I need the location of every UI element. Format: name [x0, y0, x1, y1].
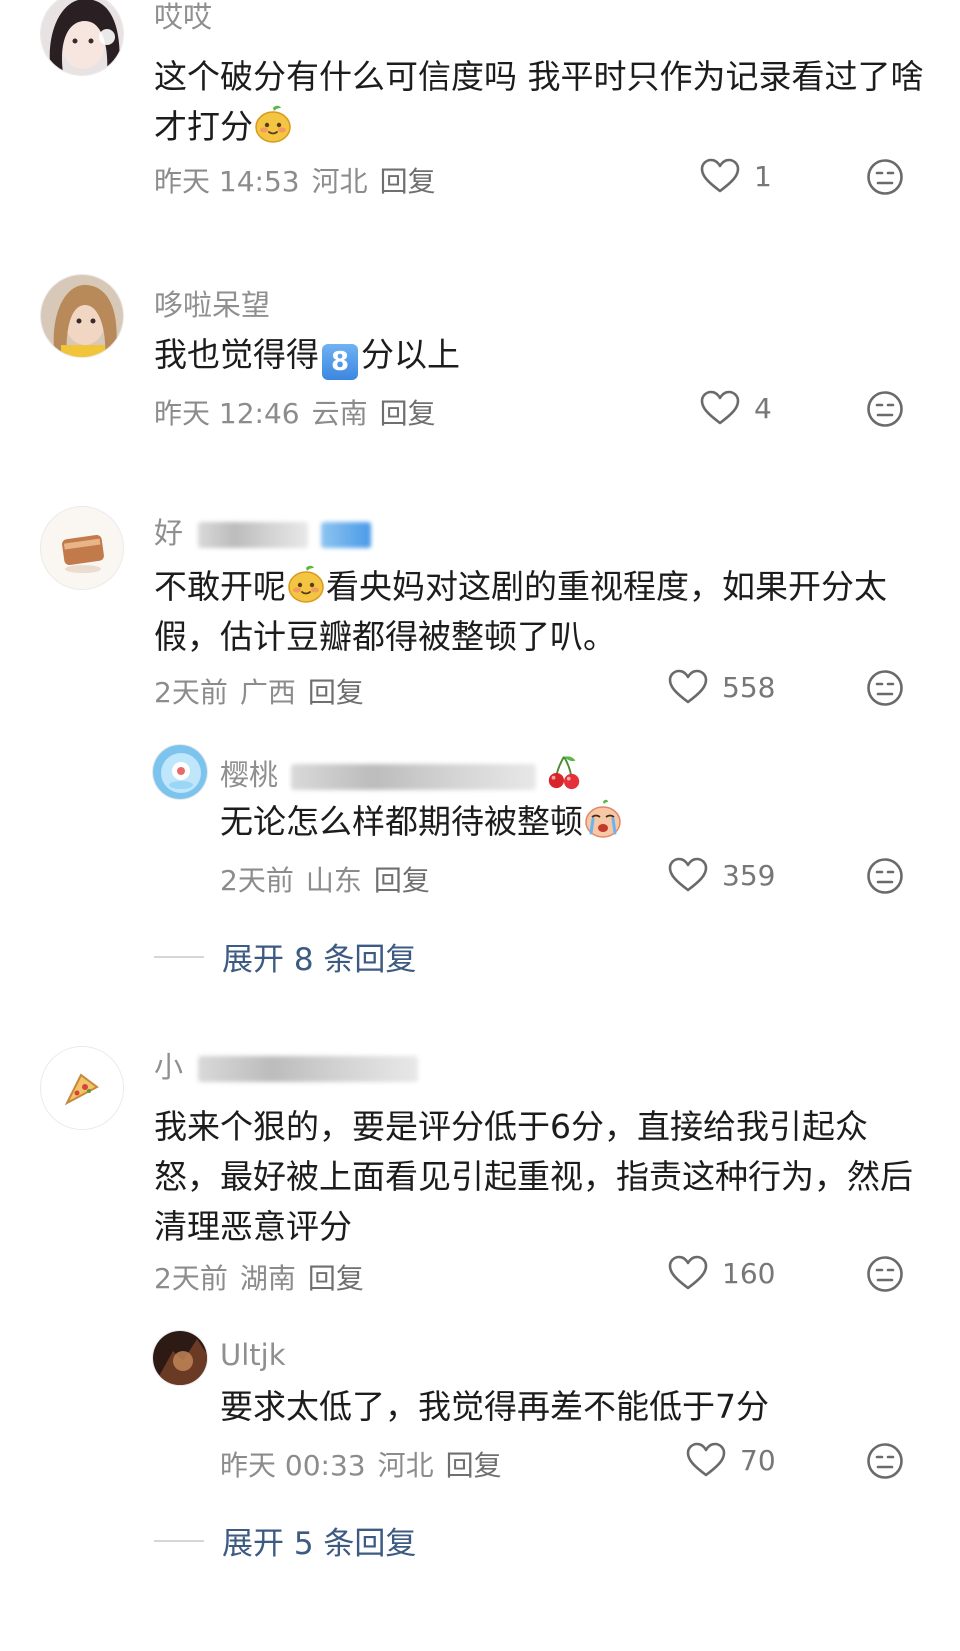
expand-replies-button[interactable]: 展开 8 条回复: [154, 934, 416, 979]
like-button[interactable]: 558: [668, 669, 775, 705]
like-count: 4: [754, 391, 772, 425]
like-count: 558: [722, 670, 776, 704]
location: 河北: [311, 165, 368, 198]
username-text: 好: [154, 516, 184, 550]
reply-button[interactable]: 回复: [380, 165, 436, 198]
heart-outline-icon: [668, 857, 708, 893]
avatar[interactable]: [40, 1046, 124, 1130]
smiling-mango-emoji: [253, 104, 293, 144]
username[interactable]: 小: [154, 1044, 419, 1086]
like-button[interactable]: 4: [700, 390, 772, 426]
username[interactable]: 哆啦呆望: [154, 282, 270, 324]
comment-text: 我来个狠的，要是评分低于6分，直接给我引起众怒，最好被上面看见引起重视，指责这种…: [154, 1102, 924, 1252]
comment-meta: 2天前 山东 回复: [220, 859, 442, 899]
avatar[interactable]: [152, 1330, 208, 1386]
neutral-face-icon[interactable]: [866, 1255, 904, 1293]
location: 山东: [305, 864, 362, 897]
heart-outline-icon: [700, 390, 740, 426]
timestamp: 昨天 14:53: [154, 165, 300, 198]
comment-text-content: 我来个狠的，要是评分低于6分，直接给我引起众怒，最好被上面看见引起重视，指责这种…: [154, 1107, 913, 1246]
like-button[interactable]: 70: [686, 1442, 776, 1478]
comment-text: 要求太低了，我觉得再差不能低于7分: [220, 1382, 920, 1432]
timestamp: 2天前: [220, 864, 294, 897]
avatar[interactable]: [40, 506, 124, 590]
like-count: 160: [722, 1256, 776, 1290]
timestamp: 2天前: [154, 1262, 228, 1295]
timestamp: 昨天 12:46: [154, 397, 300, 430]
location: 河北: [377, 1449, 434, 1482]
neutral-face-icon[interactable]: [866, 857, 904, 895]
redaction-blur: [291, 764, 537, 790]
like-button[interactable]: 1: [700, 158, 772, 194]
comment-text: 无论怎么样都期待被整顿: [220, 797, 920, 847]
redaction-blur: [198, 1056, 419, 1082]
reply-button[interactable]: 回复: [308, 676, 364, 709]
neutral-face-icon[interactable]: [866, 158, 904, 196]
heart-outline-icon: [700, 158, 740, 194]
expand-replies-button[interactable]: 展开 5 条回复: [154, 1518, 416, 1563]
neutral-face-icon[interactable]: [866, 669, 904, 707]
location: 广西: [239, 676, 296, 709]
number-badge: 8: [322, 344, 358, 380]
like-count: 1: [754, 159, 772, 193]
comment-text: 不敢开呢 看央妈对这剧的重视程度，如果开分太假，估计豆瓣都得被整顿了叭。: [154, 562, 924, 662]
location: 湖南: [239, 1262, 296, 1295]
timestamp: 2天前: [154, 676, 228, 709]
divider: [154, 1539, 204, 1542]
cherries-emoji: [545, 753, 583, 791]
like-count: 70: [740, 1443, 776, 1477]
heart-outline-icon: [668, 669, 708, 705]
reply-button[interactable]: 回复: [380, 397, 436, 430]
like-count: 359: [722, 858, 776, 892]
comment-text-part: 分以上: [361, 335, 460, 374]
heart-outline-icon: [668, 1255, 708, 1291]
reply-button[interactable]: 回复: [446, 1449, 502, 1482]
username-text: 樱桃: [220, 758, 279, 792]
comment-meta: 2天前 湖南 回复: [154, 1257, 376, 1297]
smiling-mango-emoji: [286, 564, 326, 604]
username[interactable]: Ultjk: [220, 1338, 286, 1372]
comment-meta: 昨天 14:53 河北 回复: [154, 160, 448, 200]
comment-text-part: 我也觉得得: [154, 335, 319, 374]
avatar[interactable]: [152, 744, 208, 800]
comment-text-content: 要求太低了，我觉得再差不能低于7分: [220, 1387, 769, 1426]
divider: [154, 955, 204, 958]
redaction-blur: [321, 522, 372, 548]
crying-face-emoji: [583, 799, 623, 839]
reply-button[interactable]: 回复: [308, 1262, 364, 1295]
comment-meta: 昨天 00:33 河北 回复: [220, 1444, 514, 1484]
comment-text-part: 不敢开呢: [154, 567, 286, 606]
comment-text-content: 无论怎么样都期待被整顿: [220, 802, 583, 841]
comment-text: 我也觉得得 8 分以上: [154, 330, 924, 380]
comment-meta: 2天前 广西 回复: [154, 671, 376, 711]
reply-button[interactable]: 回复: [374, 864, 430, 897]
username[interactable]: 樱桃: [220, 752, 583, 794]
timestamp: 昨天 00:33: [220, 1449, 366, 1482]
username[interactable]: 哎哎: [154, 0, 212, 36]
avatar[interactable]: [40, 274, 124, 358]
heart-outline-icon: [686, 1442, 726, 1478]
avatar[interactable]: [40, 0, 124, 76]
neutral-face-icon[interactable]: [866, 390, 904, 428]
neutral-face-icon[interactable]: [866, 1442, 904, 1480]
redaction-blur: [198, 522, 309, 548]
username-text: 小: [154, 1050, 184, 1084]
like-button[interactable]: 160: [668, 1255, 775, 1291]
username[interactable]: 好: [154, 510, 372, 552]
location: 云南: [311, 397, 368, 430]
expand-replies-label: 展开 8 条回复: [222, 942, 417, 978]
comment-text: 这个破分有什么可信度吗 我平时只作为记录看过了啥才打分: [154, 52, 924, 152]
like-button[interactable]: 359: [668, 857, 775, 893]
expand-replies-label: 展开 5 条回复: [222, 1526, 417, 1562]
comment-meta: 昨天 12:46 云南 回复: [154, 392, 448, 432]
